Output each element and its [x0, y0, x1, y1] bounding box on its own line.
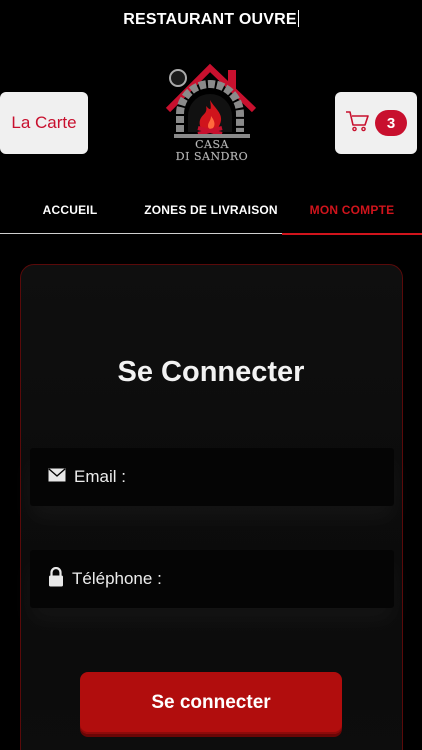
email-label: Email : [74, 467, 126, 486]
text-caret [297, 10, 299, 27]
tab-mon-compte[interactable]: MON COMPTE [282, 186, 422, 235]
page: RESTAURANT OUVRE La Carte CASA DI SANDRO [0, 0, 422, 750]
phone-field[interactable]: Téléphone : [30, 550, 394, 608]
envelope-icon [48, 467, 66, 487]
restaurant-logo[interactable]: CASA DI SANDRO [164, 62, 260, 166]
menu-button[interactable]: La Carte [0, 92, 88, 154]
email-field[interactable]: Email : [30, 448, 394, 506]
phone-label: Téléphone : [72, 569, 162, 588]
tab-accueil[interactable]: ACCUEIL [28, 186, 112, 234]
tab-zones-de-livraison[interactable]: ZONES DE LIVRAISON [140, 186, 282, 234]
restaurant-status-text: RESTAURANT OUVRE [123, 11, 297, 28]
login-submit-button[interactable]: Se connecter [80, 672, 342, 734]
restaurant-status: RESTAURANT OUVRE [0, 10, 422, 29]
login-title: Se Connecter [117, 356, 305, 388]
cart-icon [345, 110, 369, 137]
cart-count-badge: 3 [375, 110, 407, 136]
main-nav: ACCUEIL ZONES DE LIVRAISON MON COMPTE [0, 186, 422, 235]
cart-button[interactable]: 3 [335, 92, 417, 154]
lock-icon [48, 566, 64, 592]
logo-text-line2: DI SANDRO [175, 150, 249, 163]
